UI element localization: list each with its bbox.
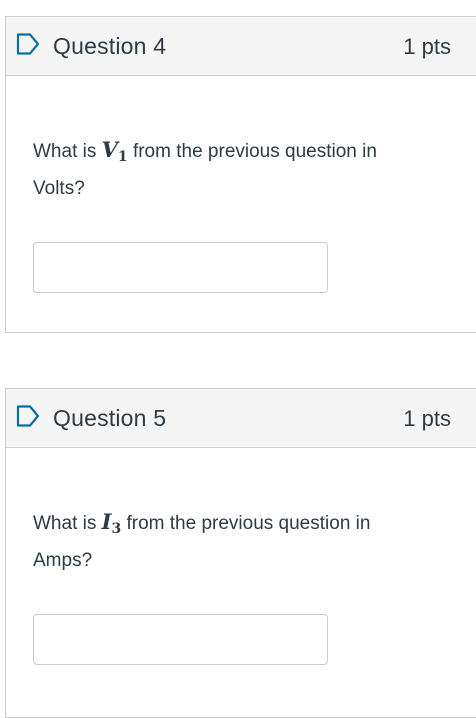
question-text: What is V1 from the previous question in…: [33, 134, 433, 204]
question-header: Question 4 1 pts: [6, 17, 476, 76]
question-points: 1 pts: [403, 34, 451, 59]
answer-input[interactable]: [33, 242, 328, 293]
question-points: 1 pts: [403, 406, 451, 431]
variable-symbol: I: [101, 509, 112, 534]
question-header: Question 5 1 pts: [6, 389, 476, 448]
question-text-before: What is: [33, 141, 102, 162]
answer-input[interactable]: [33, 614, 328, 665]
flag-question-icon[interactable]: [16, 33, 40, 55]
question-title: Question 4: [53, 33, 167, 59]
question-title: Question 5: [53, 405, 167, 431]
variable-subscript: 1: [117, 149, 128, 165]
question-4-card: Question 4 1 pts What is V1 from the pre…: [5, 16, 476, 333]
question-text: What is I3 from the previous question in…: [33, 506, 433, 576]
question-text-before: What is: [33, 513, 102, 534]
question-5-card: Question 5 1 pts What is I3 from the pre…: [5, 388, 476, 718]
variable-symbol: V: [101, 137, 118, 162]
flag-question-icon[interactable]: [16, 405, 40, 427]
variable-subscript: 3: [111, 521, 122, 537]
